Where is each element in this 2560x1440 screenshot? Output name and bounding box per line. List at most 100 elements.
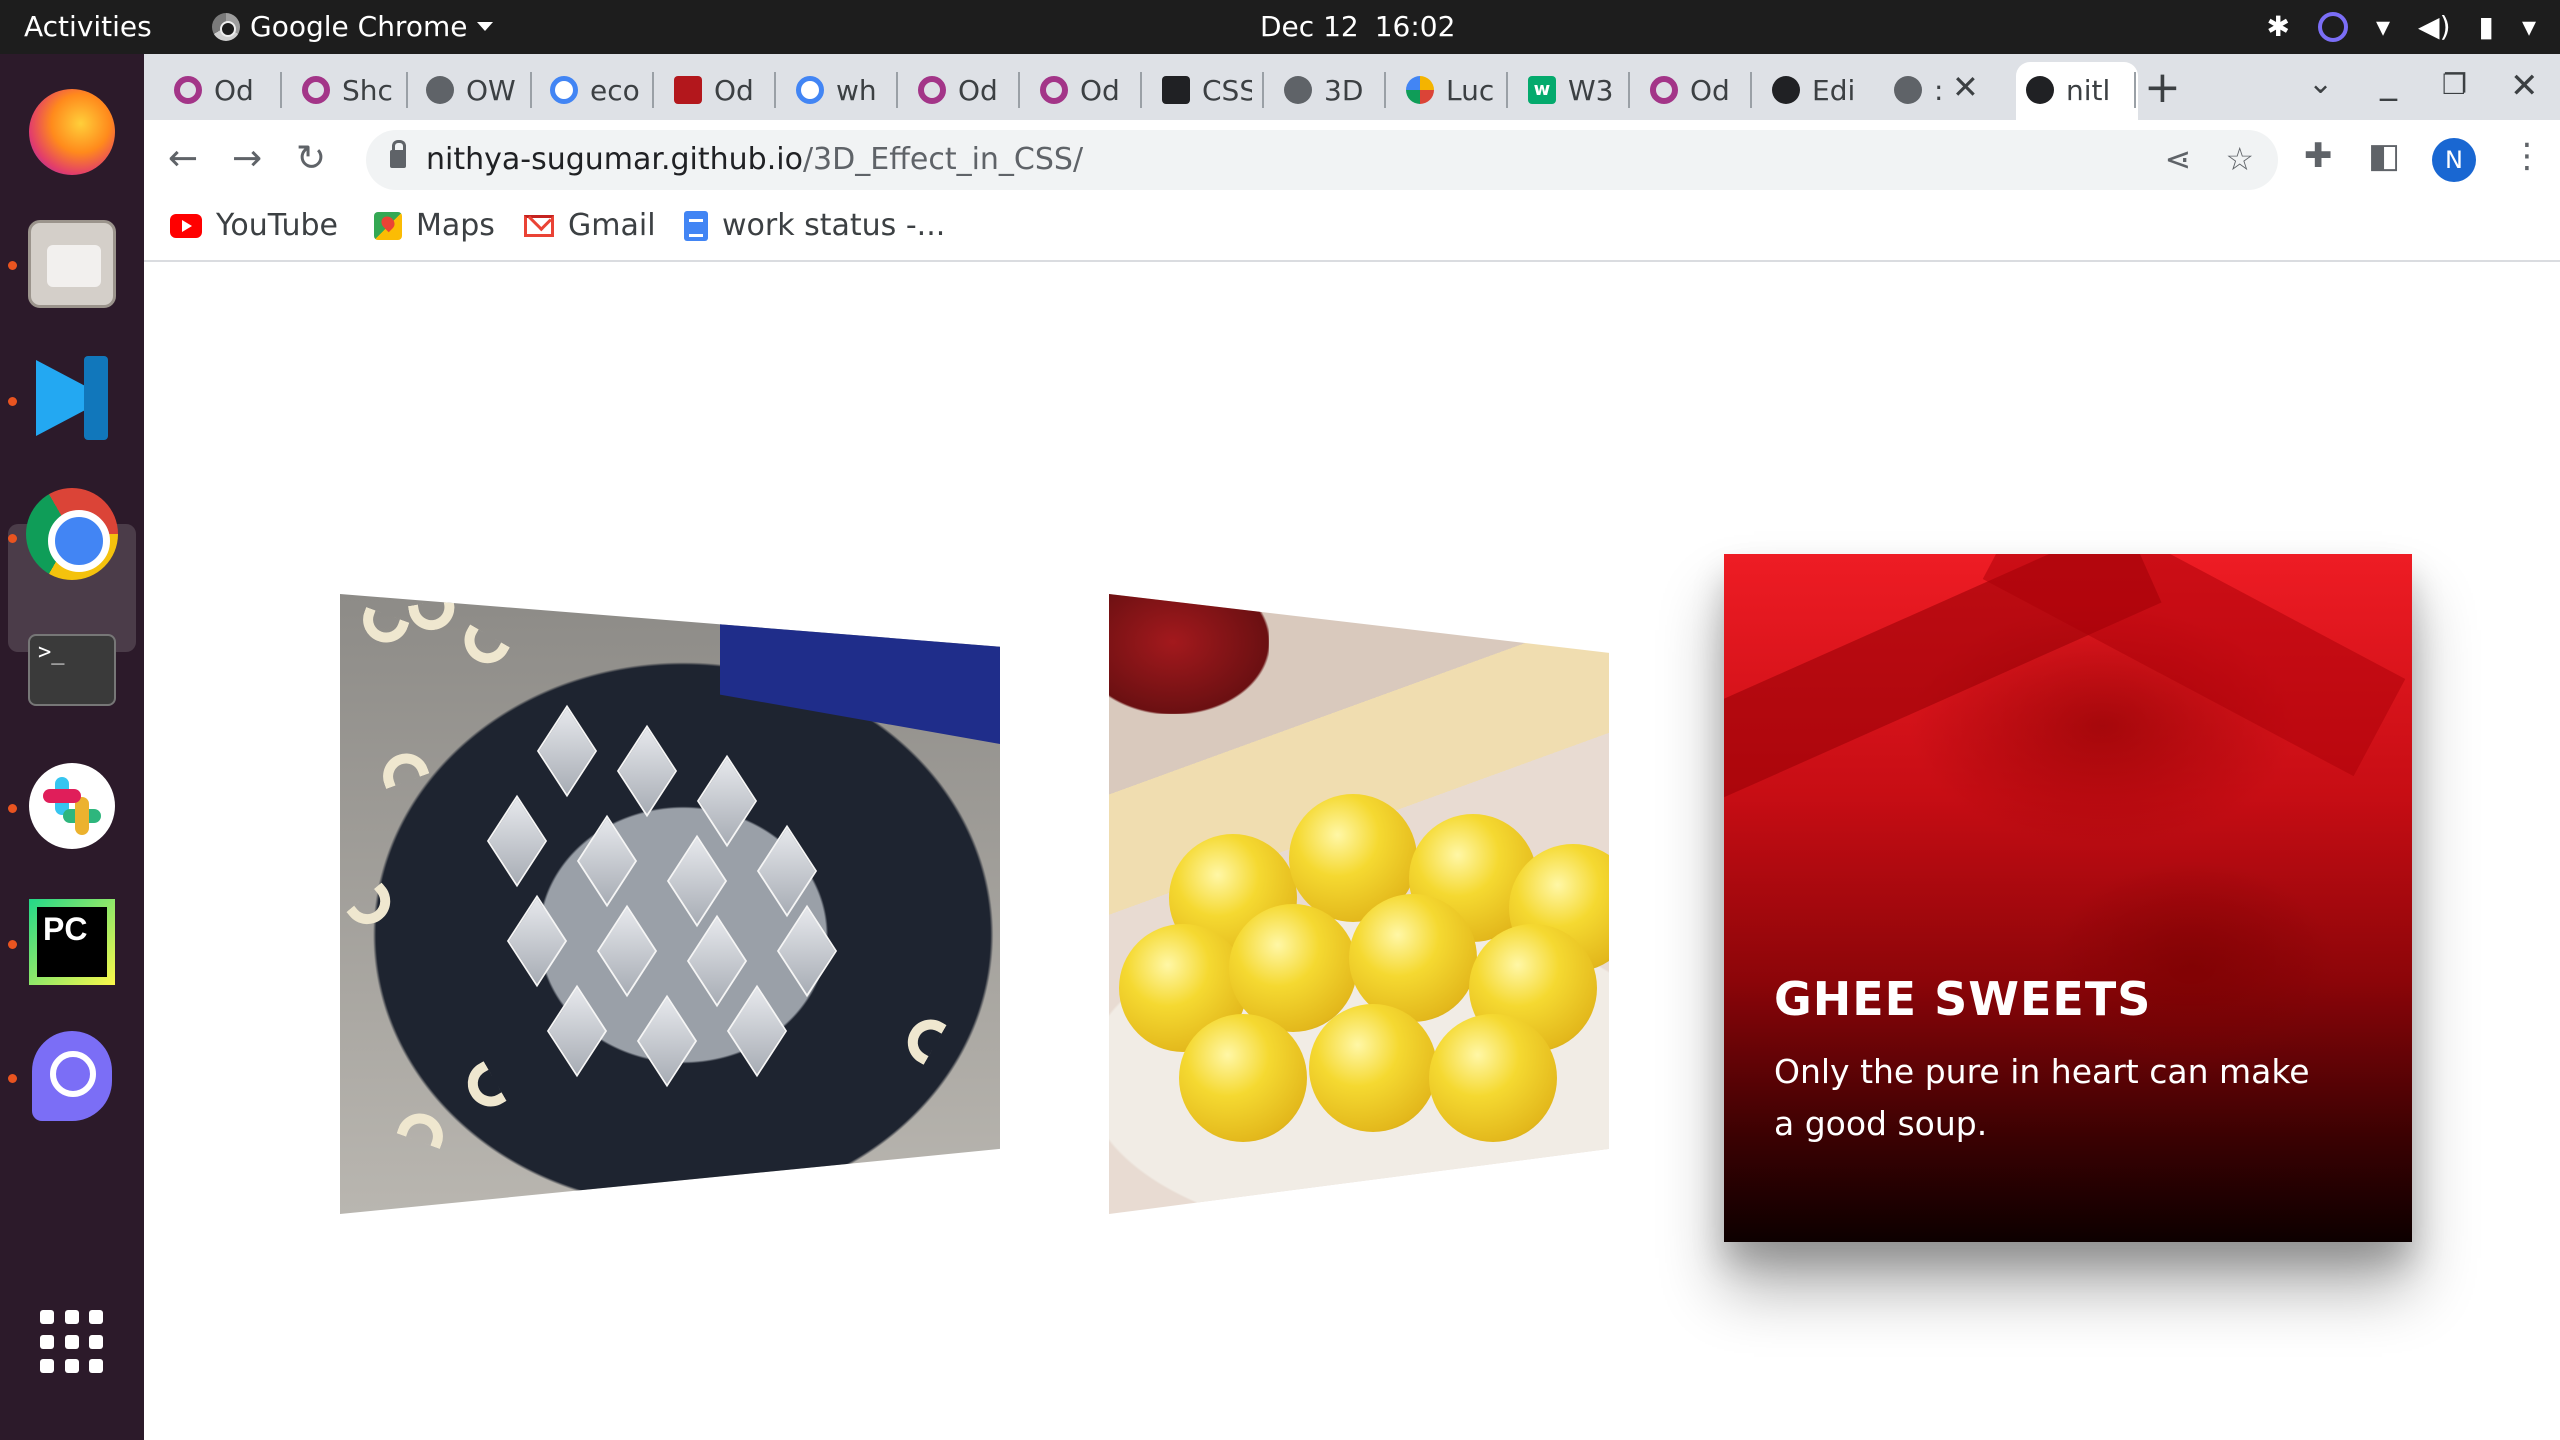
- tab[interactable]: nitl: [1996, 68, 2128, 112]
- profile-avatar[interactable]: N: [2432, 138, 2476, 182]
- dock: >_ PC: [0, 54, 144, 1440]
- dock-clockify[interactable]: [24, 1028, 120, 1124]
- tab[interactable]: Od: [888, 68, 1010, 112]
- reload-button[interactable]: ↻: [296, 138, 326, 179]
- bookmark-youtube[interactable]: YouTube: [170, 208, 338, 243]
- clock-tray-icon[interactable]: [2317, 12, 2348, 42]
- page-viewport: GHEE SWEETS Only the pure in heart can m…: [144, 262, 2560, 1440]
- time-label: 16:02: [1374, 10, 1456, 43]
- maps-icon: [374, 211, 402, 240]
- opera-icon: [302, 76, 330, 104]
- tab-search-chevron-icon[interactable]: ⌄: [2308, 66, 2333, 101]
- dock-pycharm[interactable]: PC: [24, 894, 120, 990]
- rasmalai-card[interactable]: [1109, 594, 1609, 1214]
- system-top-bar: Activities Google Chrome Dec 12 16:02 ✱ …: [0, 0, 2560, 54]
- tab[interactable]: wh: [766, 68, 888, 112]
- tab[interactable]: eco: [520, 68, 644, 112]
- tab-title: Luc: [1446, 73, 1495, 107]
- forward-button[interactable]: →: [232, 138, 262, 179]
- system-menu-caret-icon[interactable]: ▾: [2522, 10, 2536, 44]
- bookmarks-bar: YouTube Maps Gmail work status -...: [144, 200, 2560, 262]
- kaju-katli-card[interactable]: [340, 594, 1000, 1214]
- window-close-button[interactable]: ✕: [2510, 66, 2539, 106]
- ribbon-decoration: [1982, 554, 2406, 777]
- globe-icon: [426, 76, 454, 104]
- opera-icon: [918, 76, 946, 104]
- ghee-sweets-card[interactable]: GHEE SWEETS Only the pure in heart can m…: [1724, 554, 2412, 1242]
- browser-toolbar: ← → ↻ nithya-sugumar.github.io/3D_Effect…: [144, 120, 2560, 200]
- tab-title: nitl: [2066, 73, 2111, 107]
- more-menu-icon[interactable]: ⋮: [2510, 136, 2544, 176]
- dock-vscode[interactable]: [24, 350, 120, 446]
- minimize-button[interactable]: _: [2380, 62, 2397, 102]
- dock-terminal[interactable]: >_: [24, 622, 120, 718]
- tab[interactable]: w W3: [1498, 68, 1620, 112]
- tab-title: 3D: [1324, 73, 1364, 107]
- slack-tray-icon[interactable]: ✱: [2267, 10, 2290, 44]
- google-icon: [550, 76, 578, 104]
- lock-icon[interactable]: [390, 140, 406, 168]
- wifi-icon[interactable]: ▾: [2376, 10, 2390, 44]
- tab[interactable]: Od: [644, 68, 766, 112]
- back-button[interactable]: ←: [168, 138, 198, 179]
- tab[interactable]: Shc: [272, 68, 396, 112]
- bookmark-star-icon[interactable]: ☆: [2225, 140, 2254, 178]
- tab-title: CSS: [1202, 73, 1252, 107]
- restore-button[interactable]: ❐: [2442, 68, 2467, 101]
- google-icon: [796, 76, 824, 104]
- battery-icon[interactable]: ▮: [2479, 10, 2494, 44]
- bookmark-maps[interactable]: Maps: [374, 208, 495, 243]
- tab-title: Od: [214, 73, 254, 107]
- date-time[interactable]: Dec 12 16:02: [1260, 10, 1455, 43]
- app-grid-icon: [40, 1310, 104, 1374]
- tab-strip: Od Shc OW eco Od wh Od Od CSS 3D Luc w W…: [144, 54, 2560, 120]
- volume-icon[interactable]: ◀): [2418, 10, 2450, 44]
- tab-title: Edi: [1812, 73, 1856, 107]
- card-title: GHEE SWEETS: [1774, 972, 2152, 1026]
- pycharm-icon: PC: [29, 899, 115, 985]
- bookmark-work-status[interactable]: work status -...: [684, 208, 945, 243]
- opera-icon: [1040, 76, 1068, 104]
- chrome-icon: [26, 488, 118, 580]
- new-tab-button[interactable]: +: [2144, 62, 2181, 113]
- tab-title: wh: [836, 73, 877, 107]
- dock-chrome[interactable]: [24, 486, 120, 582]
- tab-close-icon[interactable]: ✕: [1952, 68, 1979, 106]
- system-tray[interactable]: ✱ ▾ ◀) ▮ ▾: [2267, 10, 2536, 44]
- red-page-icon: [674, 76, 702, 104]
- tab[interactable]: Od: [1620, 68, 1742, 112]
- app-menu[interactable]: Google Chrome: [212, 10, 494, 43]
- url-text[interactable]: nithya-sugumar.github.io/3D_Effect_in_CS…: [426, 142, 1083, 177]
- tab[interactable]: Edi: [1742, 68, 1864, 112]
- docs-icon: [684, 210, 708, 241]
- globe-icon: [1894, 76, 1922, 104]
- bookmark-label: work status -...: [722, 208, 946, 243]
- tab[interactable]: CSS: [1132, 68, 1252, 112]
- bookmark-label: Maps: [416, 208, 495, 243]
- tab[interactable]: Luc: [1376, 68, 1498, 112]
- tab[interactable]: OW: [396, 68, 518, 112]
- firefox-icon: [29, 89, 115, 175]
- side-panel-icon[interactable]: ◧: [2368, 136, 2400, 176]
- bookmark-gmail[interactable]: Gmail: [524, 208, 656, 243]
- chrome-app-icon: [212, 12, 240, 41]
- pinwheel-icon: [1406, 76, 1434, 104]
- github-icon: [1772, 76, 1800, 104]
- show-applications-button[interactable]: [24, 1294, 120, 1390]
- github-icon: [2026, 76, 2054, 104]
- extensions-puzzle-icon[interactable]: ✚: [2304, 136, 2333, 176]
- tab-active[interactable]: :: [1864, 68, 1944, 112]
- tab[interactable]: Od: [144, 68, 270, 112]
- tab[interactable]: Od: [1010, 68, 1132, 112]
- app-menu-caret-icon: [477, 22, 494, 31]
- dock-files[interactable]: [24, 216, 120, 312]
- share-icon[interactable]: ⋖: [2165, 140, 2192, 178]
- dock-firefox[interactable]: [24, 84, 120, 180]
- running-indicator: [8, 1074, 17, 1083]
- tab[interactable]: 3D: [1254, 68, 1376, 112]
- dock-slack[interactable]: [24, 758, 120, 854]
- activities-button[interactable]: Activities: [24, 10, 152, 43]
- tab-title: Shc: [342, 73, 393, 107]
- running-indicator: [8, 804, 17, 813]
- address-bar[interactable]: nithya-sugumar.github.io/3D_Effect_in_CS…: [366, 130, 2278, 190]
